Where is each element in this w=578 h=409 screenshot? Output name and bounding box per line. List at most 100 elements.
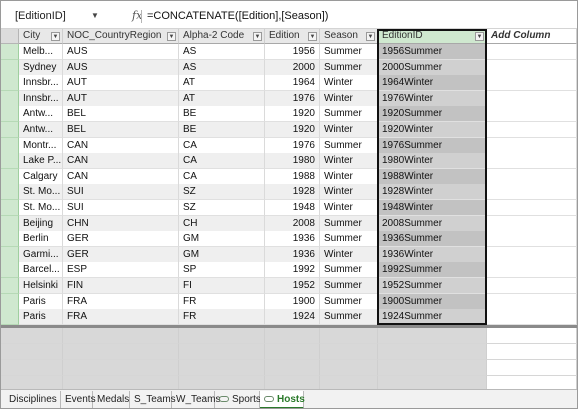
table-cell[interactable]: GM xyxy=(179,247,265,263)
filter-dropdown-icon[interactable]: ▼ xyxy=(366,32,375,41)
table-cell[interactable]: CHN xyxy=(63,216,179,232)
table-cell[interactable]: Paris xyxy=(19,309,63,325)
table-cell[interactable]: 1992Summer xyxy=(378,262,487,278)
table-cell[interactable]: 1948 xyxy=(265,200,320,216)
table-cell[interactable]: CAN xyxy=(63,153,179,169)
table-cell[interactable]: Summer xyxy=(320,60,378,76)
table-cell[interactable]: CH xyxy=(179,216,265,232)
row-selector[interactable] xyxy=(1,106,19,122)
table-cell[interactable]: Summer xyxy=(320,231,378,247)
calculation-cell[interactable] xyxy=(265,360,320,376)
table-cell[interactable]: SZ xyxy=(179,184,265,200)
table-cell[interactable]: 2008Summer xyxy=(378,216,487,232)
row-selector[interactable] xyxy=(1,60,19,76)
table-cell[interactable]: 1936 xyxy=(265,231,320,247)
table-cell[interactable]: Innsbr... xyxy=(19,91,63,107)
filter-dropdown-icon[interactable]: ▼ xyxy=(167,32,176,41)
table-cell[interactable]: AT xyxy=(179,75,265,91)
add-column-cell[interactable] xyxy=(487,44,577,60)
table-cell[interactable]: Winter xyxy=(320,200,378,216)
add-column-cell[interactable] xyxy=(487,75,577,91)
calculation-cell[interactable] xyxy=(265,328,320,344)
table-cell[interactable]: AS xyxy=(179,60,265,76)
table-cell[interactable]: 2000 xyxy=(265,60,320,76)
table-cell[interactable]: Summer xyxy=(320,138,378,154)
table-cell[interactable]: 1928 xyxy=(265,184,320,200)
table-cell[interactable]: Barcel... xyxy=(19,262,63,278)
calculation-cell[interactable] xyxy=(63,328,179,344)
table-cell[interactable]: St. Mo... xyxy=(19,184,63,200)
row-selector[interactable] xyxy=(1,153,19,169)
calculation-cell[interactable] xyxy=(378,328,487,344)
calculation-cell[interactable] xyxy=(378,344,487,360)
table-cell[interactable]: SUI xyxy=(63,200,179,216)
table-cell[interactable]: 1992 xyxy=(265,262,320,278)
table-cell[interactable]: Calgary xyxy=(19,169,63,185)
table-cell[interactable]: 2008 xyxy=(265,216,320,232)
table-cell[interactable]: 1920Winter xyxy=(378,122,487,138)
table-cell[interactable]: 1928Winter xyxy=(378,184,487,200)
add-column-cell[interactable] xyxy=(487,169,577,185)
table-cell[interactable]: 1976Summer xyxy=(378,138,487,154)
table-cell[interactable]: Summer xyxy=(320,262,378,278)
sheet-tab-medals[interactable]: Medals xyxy=(93,391,130,408)
row-selector[interactable] xyxy=(1,247,19,263)
table-cell[interactable]: Innsbr... xyxy=(19,75,63,91)
table-cell[interactable]: SUI xyxy=(63,184,179,200)
sheet-tab-sports[interactable]: Sports xyxy=(215,391,261,408)
row-selector[interactable] xyxy=(1,278,19,294)
row-selector[interactable] xyxy=(1,138,19,154)
calculation-cell[interactable] xyxy=(265,344,320,360)
table-cell[interactable]: 2000Summer xyxy=(378,60,487,76)
table-cell[interactable]: CAN xyxy=(63,138,179,154)
table-cell[interactable]: Summer xyxy=(320,106,378,122)
add-column-cell[interactable] xyxy=(487,231,577,247)
column-header-4[interactable]: Season ▼ xyxy=(320,29,378,44)
sheet-tab-disciplines[interactable]: Disciplines xyxy=(5,391,61,408)
filter-dropdown-icon[interactable]: ▼ xyxy=(51,32,60,41)
table-cell[interactable]: Garmi... xyxy=(19,247,63,263)
formula-input[interactable]: =CONCATENATE([Edition],[Season]) xyxy=(147,7,328,25)
table-cell[interactable]: Sydney xyxy=(19,60,63,76)
calculation-cell[interactable] xyxy=(378,360,487,376)
table-cell[interactable]: Winter xyxy=(320,153,378,169)
table-cell[interactable]: BEL xyxy=(63,106,179,122)
table-cell[interactable]: Melb... xyxy=(19,44,63,60)
table-cell[interactable]: Winter xyxy=(320,122,378,138)
table-cell[interactable]: 1964Winter xyxy=(378,75,487,91)
sheet-tab-w-teams[interactable]: W_Teams xyxy=(172,391,220,408)
table-cell[interactable]: CA xyxy=(179,153,265,169)
table-cell[interactable]: Paris xyxy=(19,294,63,310)
add-column-cell[interactable] xyxy=(487,247,577,263)
table-cell[interactable]: 1988Winter xyxy=(378,169,487,185)
sheet-tab-s-teams[interactable]: S_Teams xyxy=(130,391,176,408)
table-cell[interactable]: AT xyxy=(179,91,265,107)
calculation-cell[interactable] xyxy=(320,328,378,344)
column-header-2[interactable]: Alpha-2 Code ▼ xyxy=(179,29,265,44)
calculation-cell[interactable] xyxy=(320,344,378,360)
table-cell[interactable]: 1964 xyxy=(265,75,320,91)
calculation-cell[interactable] xyxy=(1,328,63,344)
table-cell[interactable]: AS xyxy=(179,44,265,60)
add-column-cell[interactable] xyxy=(487,106,577,122)
row-selector[interactable] xyxy=(1,91,19,107)
table-cell[interactable]: FRA xyxy=(63,309,179,325)
add-column-cell[interactable] xyxy=(487,184,577,200)
table-cell[interactable]: FI xyxy=(179,278,265,294)
table-cell[interactable]: 1920Summer xyxy=(378,106,487,122)
calculation-cell[interactable] xyxy=(179,328,265,344)
column-header-0[interactable]: City ▼ xyxy=(19,29,63,44)
column-header-add-column[interactable]: Add Column xyxy=(487,29,577,44)
table-cell[interactable]: Antw... xyxy=(19,122,63,138)
table-cell[interactable]: 1980 xyxy=(265,153,320,169)
add-column-cell[interactable] xyxy=(487,262,577,278)
column-header-3[interactable]: Edition ▼ xyxy=(265,29,320,44)
table-cell[interactable]: Winter xyxy=(320,169,378,185)
table-cell[interactable]: 1900Summer xyxy=(378,294,487,310)
table-cell[interactable]: Winter xyxy=(320,75,378,91)
table-cell[interactable]: 1952Summer xyxy=(378,278,487,294)
add-column-cell[interactable] xyxy=(487,216,577,232)
table-cell[interactable]: AUS xyxy=(63,44,179,60)
table-cell[interactable]: AUT xyxy=(63,75,179,91)
calculation-cell[interactable] xyxy=(320,360,378,376)
